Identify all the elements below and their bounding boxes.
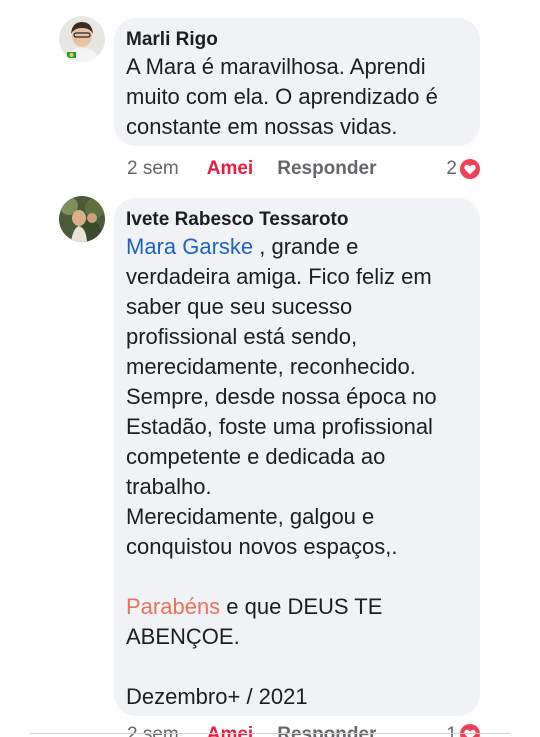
- reaction-count: 2: [446, 158, 457, 179]
- highlighted-word[interactable]: Parabéns: [126, 594, 220, 619]
- comment-author[interactable]: Ivete Rabesco Tessaroto: [126, 208, 468, 232]
- reaction-summary[interactable]: 2: [446, 155, 480, 183]
- avatar-ivete-rabesco[interactable]: [59, 196, 105, 242]
- heart-icon: [460, 724, 480, 737]
- comment-actions: 2 sem Amei Responder: [127, 724, 376, 737]
- avatar-marli-rigo[interactable]: [59, 16, 105, 62]
- reply-button[interactable]: Responder: [277, 724, 376, 737]
- reaction-count: 1: [446, 724, 457, 737]
- heart-icon: [460, 159, 480, 179]
- reaction-summary[interactable]: 1: [446, 724, 480, 737]
- comment-time[interactable]: 2 sem: [127, 724, 179, 737]
- comment-signature: Dezembro+ / 2021: [126, 684, 308, 709]
- love-reaction-button[interactable]: Amei: [207, 158, 253, 180]
- comment-text-body: , grande e verdadeira amiga. Fico feliz …: [126, 234, 437, 559]
- comment-author[interactable]: Marli Rigo: [126, 28, 468, 52]
- comment-text: A Mara é maravilhosa. Aprendi muito com …: [126, 54, 444, 139]
- mention-link[interactable]: Mara Garske: [126, 234, 253, 259]
- comment-actions: 2 sem Amei Responder: [127, 155, 376, 183]
- reply-button[interactable]: Responder: [277, 158, 376, 180]
- divider: [30, 733, 510, 734]
- love-reaction-button[interactable]: Amei: [207, 724, 253, 737]
- comment-bubble: Ivete Rabesco Tessaroto Mara Garske , gr…: [114, 198, 480, 716]
- comment-time[interactable]: 2 sem: [127, 158, 179, 180]
- comment-bubble: Marli Rigo A Mara é maravilhosa. Aprendi…: [114, 18, 480, 146]
- comment-text: Mara Garske , grande e verdadeira amiga.…: [126, 232, 468, 712]
